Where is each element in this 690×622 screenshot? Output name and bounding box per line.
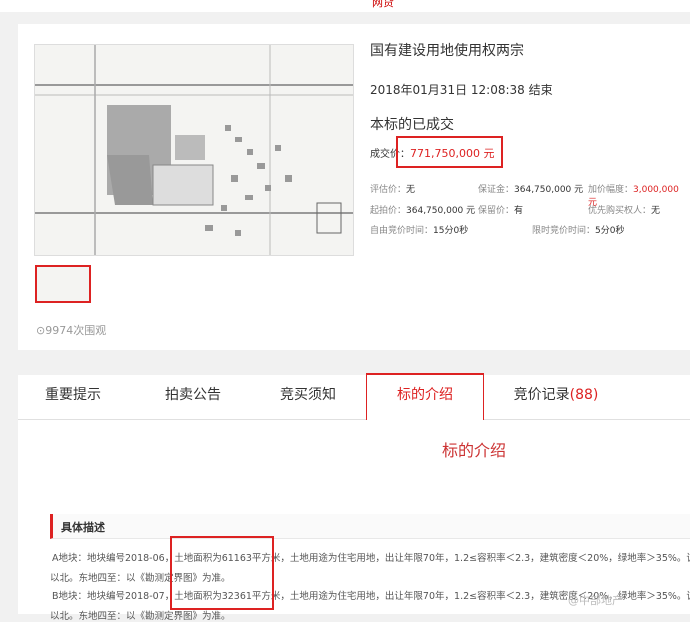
deposit-row: 保证金：364,750,000 元 [478, 185, 584, 195]
tab-auction-announcement[interactable]: 拍卖公告 [138, 375, 248, 419]
parcel-map-image[interactable] [34, 44, 354, 256]
start-price-row: 起拍价：364,750,000 元 [370, 206, 476, 216]
free-time-row: 自由竞价时间：15分0秒 [370, 226, 469, 236]
deal-price-highlight [396, 136, 503, 168]
description-line: A地块：地块编号2018-06，土地面积为61163平方米，土地用途为住宅用地，… [52, 553, 690, 564]
tab-important-notice[interactable]: 重要提示 [18, 375, 128, 419]
appraisal-row: 评估价：无 [370, 185, 416, 195]
watermark: @中部地产 [568, 594, 623, 607]
description-line: 以北。东地四至：以《勘测定界图》为准。 [50, 611, 231, 622]
limited-time-row: 限时竞价时间：5分0秒 [532, 226, 625, 236]
reserve-row: 保留价：有 [478, 206, 524, 216]
tab-lot-introduction[interactable]: 标的介绍 [366, 373, 484, 422]
lot-title: 国有建设用地使用权两宗 [370, 43, 524, 59]
tab-bid-records[interactable]: 竞价记录(88) [496, 375, 616, 419]
tab-bidding-notes[interactable]: 竞买须知 [253, 375, 363, 419]
description-heading: 具体描述 [50, 514, 690, 539]
end-time: 2018年01月31日 12:08:38 结束 [370, 83, 553, 97]
map-thumbnail[interactable] [35, 265, 91, 303]
view-count: ⊙9974次围观 [36, 324, 107, 337]
section-title: 标的介绍 [442, 441, 507, 460]
area-highlight [170, 536, 274, 610]
top-strip: 网贷 [0, 0, 690, 12]
top-fragment: 网贷 [372, 0, 394, 9]
priority-row: 优先购买权人：无 [588, 206, 661, 216]
deal-status: 本标的已成交 [370, 117, 454, 133]
tab-bar: 重要提示 拍卖公告 竞买须知 标的介绍 竞价记录(88) [18, 373, 690, 422]
